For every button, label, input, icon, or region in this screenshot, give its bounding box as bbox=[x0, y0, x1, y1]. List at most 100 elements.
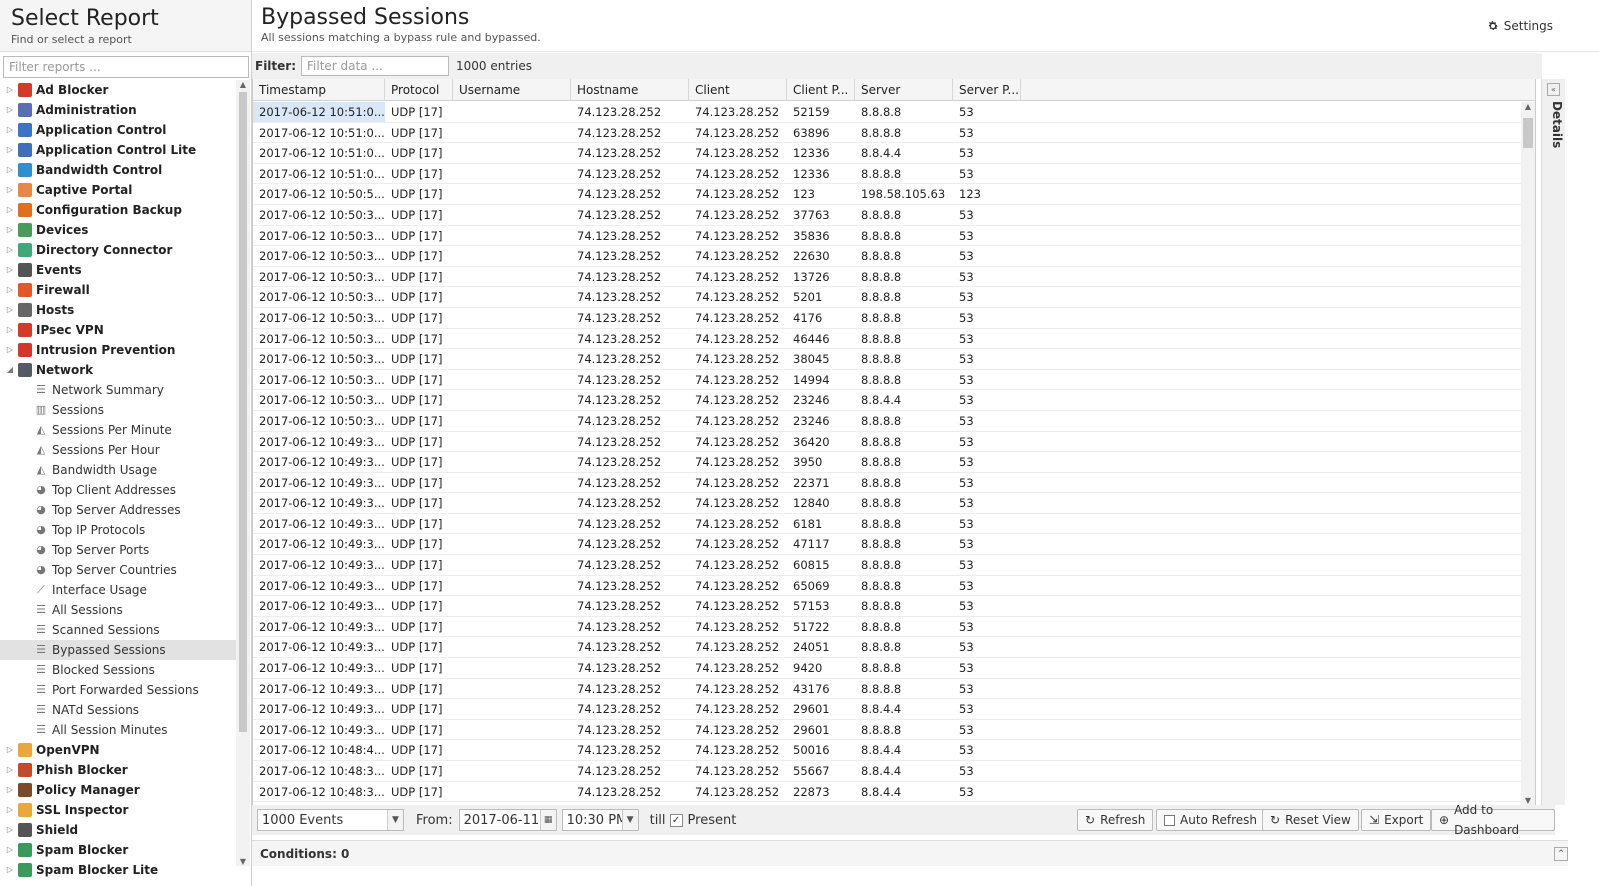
reset-view-button[interactable]: ↻ Reset View bbox=[1262, 809, 1359, 831]
report-filter-input[interactable] bbox=[3, 56, 249, 78]
collapsed-triangle-icon[interactable]: ▷ bbox=[5, 120, 15, 140]
collapsed-triangle-icon[interactable]: ▷ bbox=[5, 240, 15, 260]
table-row[interactable]: 2017-06-12 10:49:3... UDP [17] 74.123.28.2… bbox=[253, 617, 1523, 638]
collapsed-triangle-icon[interactable]: ▷ bbox=[5, 800, 15, 820]
table-row[interactable]: 2017-06-12 10:50:3... UDP [17] 74.123.28.2… bbox=[253, 349, 1523, 370]
tree-app-node[interactable]: ▷ Events bbox=[0, 260, 236, 280]
column-header[interactable]: Username bbox=[453, 79, 571, 101]
scroll-up-arrow-icon[interactable]: ▲ bbox=[1521, 102, 1535, 111]
tree-app-node[interactable]: ▷ Shield bbox=[0, 820, 236, 840]
collapsed-triangle-icon[interactable]: ▷ bbox=[5, 860, 15, 880]
tree-report-item[interactable]: ▥ Sessions bbox=[0, 400, 236, 420]
collapsed-triangle-icon[interactable]: ▷ bbox=[5, 840, 15, 860]
tree-app-node[interactable]: ▷ Phish Blocker bbox=[0, 760, 236, 780]
collapsed-triangle-icon[interactable]: ▷ bbox=[5, 180, 15, 200]
table-row[interactable]: 2017-06-12 10:50:3... UDP [17] 74.123.28.2… bbox=[253, 390, 1523, 411]
tree-report-item[interactable]: ☰ Scanned Sessions bbox=[0, 620, 236, 640]
tree-report-item[interactable]: ☰ Port Forwarded Sessions bbox=[0, 680, 236, 700]
report-tree-scrollbar[interactable]: ▲ ▼ bbox=[236, 80, 250, 866]
tree-app-node[interactable]: ▷ Directory Connector bbox=[0, 240, 236, 260]
tree-app-node[interactable]: ▷ Captive Portal bbox=[0, 180, 236, 200]
collapsed-triangle-icon[interactable]: ▷ bbox=[5, 160, 15, 180]
table-row[interactable]: 2017-06-12 10:49:3... UDP [17] 74.123.28.2… bbox=[253, 699, 1523, 720]
tree-app-node[interactable]: ▷ IPsec VPN bbox=[0, 320, 236, 340]
table-row[interactable]: 2017-06-12 10:50:5... UDP [17] 74.123.28.2… bbox=[253, 184, 1523, 205]
tree-app-node[interactable]: ▷ OpenVPN bbox=[0, 740, 236, 760]
tree-app-node[interactable]: ▷ Administration bbox=[0, 100, 236, 120]
table-row[interactable]: 2017-06-12 10:50:3... UDP [17] 74.123.28.2… bbox=[253, 267, 1523, 288]
table-row[interactable]: 2017-06-12 10:49:3... UDP [17] 74.123.28.2… bbox=[253, 493, 1523, 514]
chevron-down-icon[interactable]: ▼ bbox=[387, 810, 403, 830]
collapsed-triangle-icon[interactable]: ▷ bbox=[5, 280, 15, 300]
collapsed-triangle-icon[interactable]: ▷ bbox=[5, 340, 15, 360]
column-header[interactable]: Server P... bbox=[953, 79, 1021, 101]
tree-app-node[interactable]: ▷ Bandwidth Control bbox=[0, 160, 236, 180]
add-to-dashboard-button[interactable]: ⊕ Add to Dashboard bbox=[1431, 803, 1555, 837]
collapsed-triangle-icon[interactable]: ▷ bbox=[5, 820, 15, 840]
tree-app-node[interactable]: ▷ Spam Blocker Lite bbox=[0, 860, 236, 880]
tree-app-node[interactable]: ▷ Spam Blocker bbox=[0, 840, 236, 860]
present-checkbox[interactable]: ✓ bbox=[669, 813, 683, 827]
tree-report-item[interactable]: ◕ Top Server Addresses bbox=[0, 500, 236, 520]
collapsed-triangle-icon[interactable]: ▷ bbox=[5, 300, 15, 320]
table-row[interactable]: 2017-06-12 10:49:3... UDP [17] 74.123.28.2… bbox=[253, 432, 1523, 453]
table-row[interactable]: 2017-06-12 10:49:3... UDP [17] 74.123.28.2… bbox=[253, 596, 1523, 617]
table-row[interactable]: 2017-06-12 10:49:3... UDP [17] 74.123.28.2… bbox=[253, 452, 1523, 473]
column-header[interactable]: Client bbox=[689, 79, 787, 101]
tree-app-node[interactable]: ▷ Policy Manager bbox=[0, 780, 236, 800]
collapsed-triangle-icon[interactable]: ▷ bbox=[5, 260, 15, 280]
table-row[interactable]: 2017-06-12 10:51:0... UDP [17] 74.123.28.2… bbox=[253, 164, 1523, 185]
tree-report-item[interactable]: ☰ Network Summary bbox=[0, 380, 236, 400]
tree-app-node[interactable]: ▷ Firewall bbox=[0, 280, 236, 300]
table-row[interactable]: 2017-06-12 10:49:3... UDP [17] 74.123.28.2… bbox=[253, 658, 1523, 679]
table-row[interactable]: 2017-06-12 10:50:3... UDP [17] 74.123.28.2… bbox=[253, 308, 1523, 329]
tree-app-node[interactable]: ◢ Network bbox=[0, 360, 236, 380]
tree-app-node[interactable]: ▷ Devices bbox=[0, 220, 236, 240]
table-row[interactable]: 2017-06-12 10:50:3... UDP [17] 74.123.28.2… bbox=[253, 411, 1523, 432]
scroll-down-arrow-icon[interactable]: ▼ bbox=[236, 857, 250, 866]
tree-report-item[interactable]: ◕ Top Server Ports bbox=[0, 540, 236, 560]
calendar-icon[interactable]: ▦ bbox=[539, 810, 556, 830]
table-row[interactable]: 2017-06-12 10:50:3... UDP [17] 74.123.28.2… bbox=[253, 287, 1523, 308]
column-header[interactable]: Hostname bbox=[571, 79, 689, 101]
table-row[interactable]: 2017-06-12 10:49:3... UDP [17] 74.123.28.2… bbox=[253, 534, 1523, 556]
column-header[interactable]: Client P... bbox=[787, 79, 855, 101]
table-row[interactable]: 2017-06-12 10:49:3... UDP [17] 74.123.28.2… bbox=[253, 720, 1523, 741]
table-row[interactable]: 2017-06-12 10:49:3... UDP [17] 74.123.28.2… bbox=[253, 555, 1523, 576]
table-row[interactable]: 2017-06-12 10:50:3... UDP [17] 74.123.28.2… bbox=[253, 370, 1523, 391]
data-filter-input[interactable] bbox=[301, 56, 450, 76]
tree-app-node[interactable]: ▷ Ad Blocker bbox=[0, 80, 236, 100]
tree-app-node[interactable]: ▷ Intrusion Prevention bbox=[0, 340, 236, 360]
column-header[interactable]: Server bbox=[855, 79, 953, 101]
table-row[interactable]: 2017-06-12 10:48:3... UDP [17] 74.123.28.2… bbox=[253, 782, 1523, 803]
collapsed-triangle-icon[interactable]: ▷ bbox=[5, 780, 15, 800]
tree-report-item[interactable]: ◕ Top IP Protocols bbox=[0, 520, 236, 540]
tree-app-node[interactable]: ▷ Configuration Backup bbox=[0, 200, 236, 220]
conditions-bar[interactable]: Conditions: 0 ⌃ bbox=[252, 840, 1568, 866]
table-row[interactable]: 2017-06-12 10:49:3... UDP [17] 74.123.28.2… bbox=[253, 473, 1523, 494]
tree-report-item[interactable]: ◕ Top Client Addresses bbox=[0, 480, 236, 500]
tree-report-item[interactable]: ◕ Top Server Countries bbox=[0, 560, 236, 580]
expanded-triangle-icon[interactable]: ◢ bbox=[5, 360, 15, 380]
tree-app-node[interactable]: ▷ Hosts bbox=[0, 300, 236, 320]
auto-refresh-button[interactable]: Auto Refresh bbox=[1156, 809, 1265, 831]
events-limit-select[interactable]: 1000 Events ▼ bbox=[257, 809, 404, 831]
column-header[interactable]: Protocol bbox=[385, 79, 453, 101]
tree-app-node[interactable]: ▷ Application Control Lite bbox=[0, 140, 236, 160]
table-row[interactable]: 2017-06-12 10:49:3... UDP [17] 74.123.28.2… bbox=[253, 514, 1523, 535]
refresh-button[interactable]: ↻ Refresh bbox=[1077, 809, 1154, 831]
from-date-field[interactable]: 2017-06-11 ▦ bbox=[458, 809, 557, 831]
collapse-icon[interactable]: « bbox=[1547, 83, 1560, 96]
table-row[interactable]: 2017-06-12 10:49:3... UDP [17] 74.123.28.2… bbox=[253, 637, 1523, 659]
table-row[interactable]: 2017-06-12 10:49:3... UDP [17] 74.123.28.2… bbox=[253, 576, 1523, 597]
table-row[interactable]: 2017-06-12 10:50:3... UDP [17] 74.123.28.2… bbox=[253, 205, 1523, 226]
scroll-thumb[interactable] bbox=[1523, 118, 1533, 148]
table-row[interactable]: 2017-06-12 10:51:0... UDP [17] 74.123.28.2… bbox=[253, 102, 1523, 123]
scroll-thumb[interactable] bbox=[239, 92, 247, 732]
table-row[interactable]: 2017-06-12 10:51:0... UDP [17] 74.123.28.2… bbox=[253, 143, 1523, 164]
tree-app-node[interactable]: ▷ SSL Inspector bbox=[0, 800, 236, 820]
table-row[interactable]: 2017-06-12 10:48:4... UDP [17] 74.123.28.2… bbox=[253, 740, 1523, 761]
table-row[interactable]: 2017-06-12 10:50:3... UDP [17] 74.123.28.2… bbox=[253, 226, 1523, 247]
tree-report-item[interactable]: ◭ Bandwidth Usage bbox=[0, 460, 236, 480]
collapsed-triangle-icon[interactable]: ▷ bbox=[5, 140, 15, 160]
